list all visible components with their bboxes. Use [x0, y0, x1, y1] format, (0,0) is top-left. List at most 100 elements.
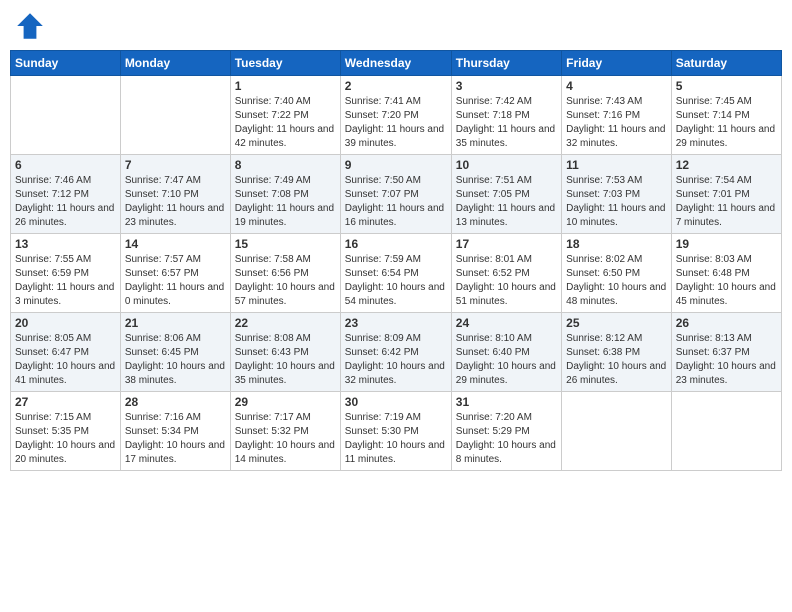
day-number: 18	[566, 237, 667, 251]
logo	[14, 10, 50, 42]
day-number: 31	[456, 395, 557, 409]
calendar-cell: 13 Sunrise: 7:55 AMSunset: 6:59 PMDayligh…	[11, 234, 121, 313]
day-info: Sunrise: 7:57 AMSunset: 6:57 PMDaylight:…	[125, 253, 226, 309]
day-number: 28	[125, 395, 226, 409]
day-number: 24	[456, 316, 557, 330]
weekday-header: Friday	[562, 51, 672, 76]
day-number: 4	[566, 79, 667, 93]
calendar-cell: 29 Sunrise: 7:17 AMSunset: 5:32 PMDayligh…	[230, 392, 340, 471]
calendar-week-row: 27 Sunrise: 7:15 AMSunset: 5:35 PMDayligh…	[11, 392, 782, 471]
calendar-cell: 24 Sunrise: 8:10 AMSunset: 6:40 PMDayligh…	[451, 313, 561, 392]
calendar-cell: 16Sunrise: 7:59 AMSunset: 6:54 PMDayligh…	[340, 234, 451, 313]
calendar-cell: 25 Sunrise: 8:12 AMSunset: 6:38 PMDayligh…	[562, 313, 672, 392]
day-number: 7	[125, 158, 226, 172]
day-info: Sunrise: 8:06 AMSunset: 6:45 PMDaylight:…	[125, 332, 226, 388]
day-number: 19	[676, 237, 777, 251]
day-number: 11	[566, 158, 667, 172]
calendar-cell: 8 Sunrise: 7:49 AMSunset: 7:08 PMDaylight…	[230, 155, 340, 234]
day-info: Sunrise: 7:42 AMSunset: 7:18 PMDaylight:…	[456, 95, 557, 151]
calendar-cell: 27 Sunrise: 7:15 AMSunset: 5:35 PMDayligh…	[11, 392, 121, 471]
calendar-cell: 5 Sunrise: 7:45 AMSunset: 7:14 PMDaylight…	[671, 76, 781, 155]
logo-icon	[14, 10, 46, 42]
day-number: 3	[456, 79, 557, 93]
calendar-cell: 17Sunrise: 8:01 AMSunset: 6:52 PMDayligh…	[451, 234, 561, 313]
calendar-week-row: 20Sunrise: 8:05 AMSunset: 6:47 PMDayligh…	[11, 313, 782, 392]
day-info: Sunrise: 7:40 AMSunset: 7:22 PMDaylight:…	[235, 95, 336, 151]
calendar-table: SundayMondayTuesdayWednesdayThursdayFrid…	[10, 50, 782, 471]
calendar-cell: 10Sunrise: 7:51 AMSunset: 7:05 PMDayligh…	[451, 155, 561, 234]
calendar-cell: 2 Sunrise: 7:41 AMSunset: 7:20 PMDaylight…	[340, 76, 451, 155]
day-info: Sunrise: 7:51 AMSunset: 7:05 PMDaylight:…	[456, 174, 557, 230]
calendar-cell: 22 Sunrise: 8:08 AMSunset: 6:43 PMDayligh…	[230, 313, 340, 392]
calendar-week-row: 6 Sunrise: 7:46 AMSunset: 7:12 PMDaylight…	[11, 155, 782, 234]
calendar-cell: 7 Sunrise: 7:47 AMSunset: 7:10 PMDaylight…	[120, 155, 230, 234]
day-number: 12	[676, 158, 777, 172]
calendar-cell	[562, 392, 672, 471]
day-info: Sunrise: 7:17 AMSunset: 5:32 PMDaylight:…	[235, 411, 336, 467]
day-number: 16	[345, 237, 447, 251]
day-info: Sunrise: 7:47 AMSunset: 7:10 PMDaylight:…	[125, 174, 226, 230]
calendar-cell: 1 Sunrise: 7:40 AMSunset: 7:22 PMDaylight…	[230, 76, 340, 155]
day-number: 1	[235, 79, 336, 93]
day-info: Sunrise: 7:46 AMSunset: 7:12 PMDaylight:…	[15, 174, 116, 230]
day-number: 22	[235, 316, 336, 330]
day-info: Sunrise: 7:19 AMSunset: 5:30 PMDaylight:…	[345, 411, 447, 467]
day-info: Sunrise: 7:50 AMSunset: 7:07 PMDaylight:…	[345, 174, 447, 230]
calendar-week-row: 1 Sunrise: 7:40 AMSunset: 7:22 PMDaylight…	[11, 76, 782, 155]
weekday-header: Sunday	[11, 51, 121, 76]
calendar-cell: 18Sunrise: 8:02 AMSunset: 6:50 PMDayligh…	[562, 234, 672, 313]
day-info: Sunrise: 8:12 AMSunset: 6:38 PMDaylight:…	[566, 332, 667, 388]
day-info: Sunrise: 7:15 AMSunset: 5:35 PMDaylight:…	[15, 411, 116, 467]
calendar-cell: 19Sunrise: 8:03 AMSunset: 6:48 PMDayligh…	[671, 234, 781, 313]
weekday-header: Monday	[120, 51, 230, 76]
calendar-cell	[11, 76, 121, 155]
day-number: 25	[566, 316, 667, 330]
calendar-cell: 9 Sunrise: 7:50 AMSunset: 7:07 PMDaylight…	[340, 155, 451, 234]
day-number: 23	[345, 316, 447, 330]
weekday-header-row: SundayMondayTuesdayWednesdayThursdayFrid…	[11, 51, 782, 76]
calendar-cell: 14 Sunrise: 7:57 AMSunset: 6:57 PMDayligh…	[120, 234, 230, 313]
day-info: Sunrise: 7:43 AMSunset: 7:16 PMDaylight:…	[566, 95, 667, 151]
weekday-header: Saturday	[671, 51, 781, 76]
day-number: 6	[15, 158, 116, 172]
day-number: 9	[345, 158, 447, 172]
day-number: 29	[235, 395, 336, 409]
calendar-cell: 28 Sunrise: 7:16 AMSunset: 5:34 PMDayligh…	[120, 392, 230, 471]
day-number: 5	[676, 79, 777, 93]
calendar-cell: 21 Sunrise: 8:06 AMSunset: 6:45 PMDayligh…	[120, 313, 230, 392]
day-number: 26	[676, 316, 777, 330]
day-info: Sunrise: 7:16 AMSunset: 5:34 PMDaylight:…	[125, 411, 226, 467]
day-number: 8	[235, 158, 336, 172]
day-number: 21	[125, 316, 226, 330]
day-number: 2	[345, 79, 447, 93]
calendar-cell	[671, 392, 781, 471]
day-info: Sunrise: 7:20 AMSunset: 5:29 PMDaylight:…	[456, 411, 557, 467]
calendar-cell: 30 Sunrise: 7:19 AMSunset: 5:30 PMDayligh…	[340, 392, 451, 471]
day-info: Sunrise: 7:55 AMSunset: 6:59 PMDaylight:…	[15, 253, 116, 309]
weekday-header: Thursday	[451, 51, 561, 76]
day-number: 27	[15, 395, 116, 409]
day-info: Sunrise: 7:49 AMSunset: 7:08 PMDaylight:…	[235, 174, 336, 230]
day-info: Sunrise: 8:08 AMSunset: 6:43 PMDaylight:…	[235, 332, 336, 388]
day-info: Sunrise: 8:05 AMSunset: 6:47 PMDaylight:…	[15, 332, 116, 388]
calendar-cell: 23 Sunrise: 8:09 AMSunset: 6:42 PMDayligh…	[340, 313, 451, 392]
day-info: Sunrise: 7:45 AMSunset: 7:14 PMDaylight:…	[676, 95, 777, 151]
day-number: 15	[235, 237, 336, 251]
calendar-week-row: 13 Sunrise: 7:55 AMSunset: 6:59 PMDayligh…	[11, 234, 782, 313]
calendar-cell: 31 Sunrise: 7:20 AMSunset: 5:29 PMDayligh…	[451, 392, 561, 471]
day-info: Sunrise: 8:01 AMSunset: 6:52 PMDaylight:…	[456, 253, 557, 309]
day-number: 13	[15, 237, 116, 251]
day-info: Sunrise: 7:41 AMSunset: 7:20 PMDaylight:…	[345, 95, 447, 151]
calendar-cell	[120, 76, 230, 155]
day-info: Sunrise: 8:10 AMSunset: 6:40 PMDaylight:…	[456, 332, 557, 388]
day-number: 14	[125, 237, 226, 251]
calendar-cell: 4 Sunrise: 7:43 AMSunset: 7:16 PMDaylight…	[562, 76, 672, 155]
calendar-cell: 15Sunrise: 7:58 AMSunset: 6:56 PMDayligh…	[230, 234, 340, 313]
calendar-cell: 12Sunrise: 7:54 AMSunset: 7:01 PMDayligh…	[671, 155, 781, 234]
day-info: Sunrise: 8:09 AMSunset: 6:42 PMDaylight:…	[345, 332, 447, 388]
weekday-header: Wednesday	[340, 51, 451, 76]
day-number: 30	[345, 395, 447, 409]
page-header	[10, 10, 782, 42]
calendar-cell: 6 Sunrise: 7:46 AMSunset: 7:12 PMDaylight…	[11, 155, 121, 234]
day-info: Sunrise: 7:53 AMSunset: 7:03 PMDaylight:…	[566, 174, 667, 230]
